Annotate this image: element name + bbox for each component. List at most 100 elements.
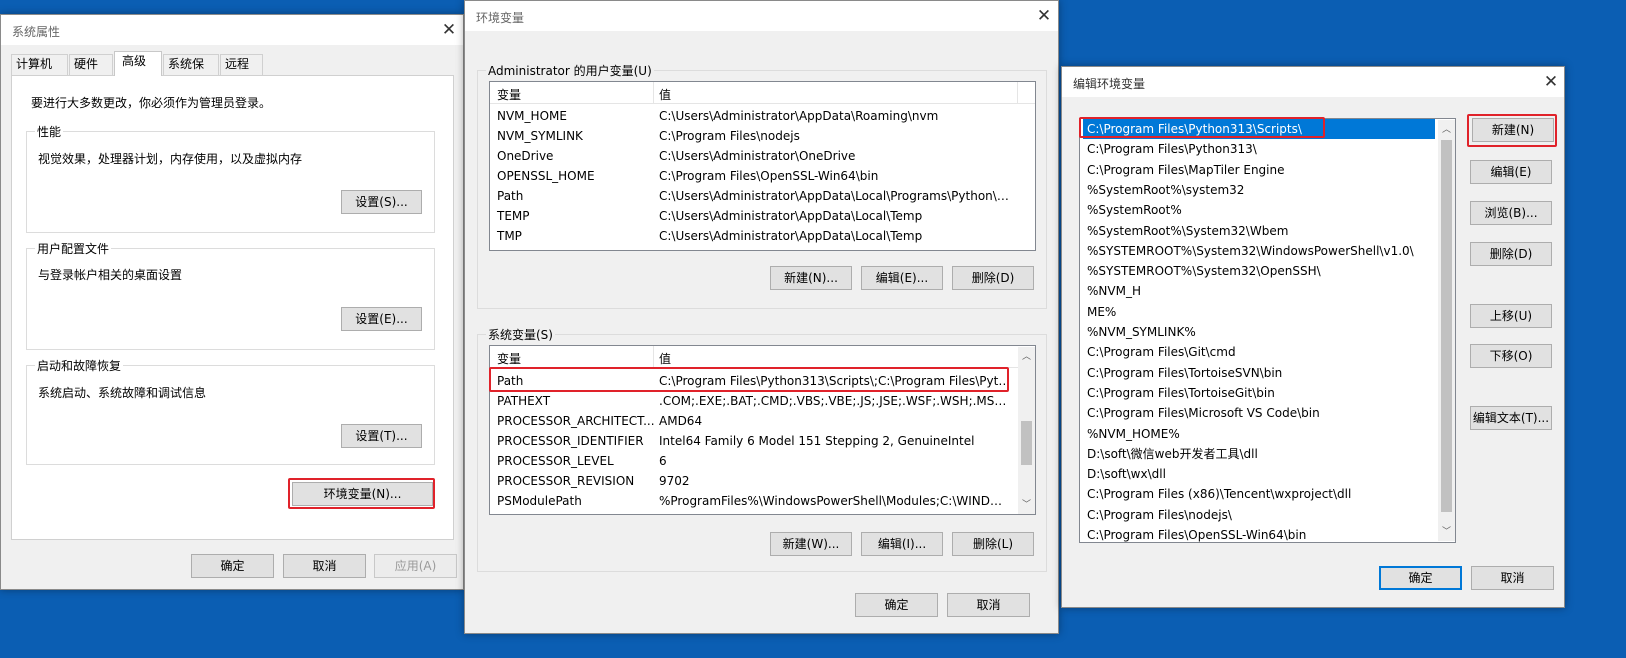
window-title: 环境变量 <box>476 11 525 25</box>
path-entry[interactable]: %NVM_HOME% <box>1083 424 1433 444</box>
path-entry[interactable]: ME% <box>1083 302 1433 322</box>
user-variables-list[interactable]: 变量 值 NVM_HOME C:\Users\Administrator\AppD… <box>489 81 1036 251</box>
sysprops-ok-button[interactable]: 确定 <box>191 554 274 578</box>
column-separator <box>653 82 654 104</box>
table-row[interactable]: Path C:\Users\Administrator\AppData\Local… <box>490 186 1017 206</box>
scroll-down-icon[interactable]: ﹀ <box>1438 524 1455 541</box>
close-icon[interactable]: ✕ <box>438 19 460 41</box>
system-edit-button[interactable]: 编辑(I)... <box>861 532 943 556</box>
user-edit-button[interactable]: 编辑(E)... <box>861 266 943 290</box>
variable-value-cell: .COM;.EXE;.BAT;.CMD;.VBS;.VBE;.JS;.JSE;.… <box>659 394 1011 408</box>
path-entry[interactable]: %SYSTEMROOT%\System32\WindowsPowerShell\… <box>1083 241 1433 261</box>
system-list-scrollbar[interactable]: ︿ ﹀ <box>1018 347 1035 514</box>
path-browse-button[interactable]: 浏览(B)... <box>1470 201 1552 225</box>
path-entry[interactable]: C:\Program Files\TortoiseGit\bin <box>1083 383 1433 403</box>
path-entry[interactable]: %SYSTEMROOT%\System32\OpenSSH\ <box>1083 261 1433 281</box>
startup-recovery-desc: 系统启动、系统故障和调试信息 <box>38 386 207 400</box>
scroll-up-icon[interactable]: ︿ <box>1438 122 1455 139</box>
path-entry[interactable]: D:\soft\微信web开发者工具\dll <box>1083 444 1433 464</box>
table-row[interactable]: TEMP C:\Users\Administrator\AppData\Local… <box>490 206 1017 226</box>
table-row[interactable]: PSModulePath %ProgramFiles%\WindowsPowerS… <box>490 491 1017 511</box>
startup-recovery-group: 启动和故障恢复 系统启动、系统故障和调试信息 设置(T)... <box>26 357 435 465</box>
column-header-variable[interactable]: 变量 <box>497 86 521 103</box>
table-row[interactable]: PROCESSOR_ARCHITECT... AMD64 <box>490 411 1017 431</box>
title-bar: 环境变量 ✕ <box>465 1 1058 31</box>
environment-variables-button[interactable]: 环境变量(N)... <box>292 482 433 506</box>
performance-settings-button[interactable]: 设置(S)... <box>341 190 422 214</box>
system-delete-button[interactable]: 删除(L) <box>952 532 1034 556</box>
variable-name-cell: TEMP <box>497 209 530 223</box>
column-separator <box>1017 82 1018 104</box>
envvars-ok-button[interactable]: 确定 <box>855 593 938 617</box>
tab-hardware[interactable]: 硬件 <box>69 54 113 75</box>
path-entry[interactable]: C:\Program Files (x86)\Tencent\wxproject… <box>1083 484 1433 504</box>
close-icon[interactable]: ✕ <box>1540 71 1562 93</box>
user-profiles-settings-button[interactable]: 设置(E)... <box>341 307 422 331</box>
close-icon[interactable]: ✕ <box>1033 5 1055 27</box>
path-list-scrollbar[interactable]: ︿ ﹀ <box>1438 120 1455 541</box>
path-entry[interactable]: %SystemRoot%\System32\Wbem <box>1083 221 1433 241</box>
variable-value-cell: C:\Users\Administrator\AppData\Local\Tem… <box>659 229 923 243</box>
table-row[interactable]: PROCESSOR_LEVEL 6 <box>490 451 1017 471</box>
scroll-thumb[interactable] <box>1021 421 1032 465</box>
variable-name-cell: PSModulePath <box>497 494 582 508</box>
path-entry[interactable]: C:\Program Files\nodejs\ <box>1083 505 1433 525</box>
path-entry[interactable]: %NVM_SYMLINK% <box>1083 322 1433 342</box>
variable-value-cell: C:\Program Files\OpenSSL-Win64\bin <box>659 169 879 183</box>
path-entry[interactable]: %SystemRoot%\system32 <box>1083 180 1433 200</box>
editenv-ok-button[interactable]: 确定 <box>1379 566 1462 590</box>
variable-value-cell: 9702 <box>659 474 690 488</box>
system-new-button[interactable]: 新建(W)... <box>770 532 852 556</box>
path-edit-button[interactable]: 编辑(E) <box>1470 160 1552 184</box>
sysprops-apply-button[interactable]: 应用(A) <box>374 554 457 578</box>
title-bar: 系统属性 ✕ <box>1 15 463 45</box>
table-row[interactable]: Path C:\Program Files\Python313\Scripts\;… <box>490 371 1017 391</box>
tab-system-protection[interactable]: 系统保护 <box>163 54 219 90</box>
path-entry[interactable]: %NVM_H <box>1083 281 1433 301</box>
path-new-button[interactable]: 新建(N) <box>1472 118 1554 142</box>
table-row[interactable]: PROCESSOR_REVISION 9702 <box>490 471 1017 491</box>
table-row[interactable]: OneDrive C:\Users\Administrator\OneDrive <box>490 146 1017 166</box>
scroll-thumb[interactable] <box>1441 140 1452 512</box>
table-row[interactable]: PROCESSOR_IDENTIFIER Intel64 Family 6 Mod… <box>490 431 1017 451</box>
path-entry[interactable]: %SystemRoot% <box>1083 200 1433 220</box>
path-move-down-button[interactable]: 下移(O) <box>1470 344 1552 368</box>
path-entry[interactable]: C:\Program Files\Python313\ <box>1083 139 1433 159</box>
path-move-up-button[interactable]: 上移(U) <box>1470 304 1552 328</box>
sysprops-cancel-button[interactable]: 取消 <box>283 554 366 578</box>
scroll-down-icon[interactable]: ﹀ <box>1018 497 1035 514</box>
user-delete-button[interactable]: 删除(D) <box>952 266 1034 290</box>
column-header-variable[interactable]: 变量 <box>497 350 521 367</box>
table-row[interactable]: PATHEXT .COM;.EXE;.BAT;.CMD;.VBS;.VBE;.JS… <box>490 391 1017 411</box>
user-profiles-group: 用户配置文件 与登录帐户相关的桌面设置 设置(E)... <box>26 240 435 350</box>
path-entry[interactable]: C:\Program Files\Python313\Scripts\ <box>1083 119 1435 139</box>
path-entry[interactable]: C:\Program Files\MapTiler Engine <box>1083 160 1433 180</box>
variable-value-cell: AMD64 <box>659 414 703 428</box>
table-row[interactable]: TMP C:\Users\Administrator\AppData\Local\… <box>490 226 1017 246</box>
startup-recovery-settings-button[interactable]: 设置(T)... <box>341 424 422 448</box>
table-row[interactable]: NVM_SYMLINK C:\Program Files\nodejs <box>490 126 1017 146</box>
user-new-button[interactable]: 新建(N)... <box>770 266 852 290</box>
column-header-value[interactable]: 值 <box>659 350 671 367</box>
variable-name-cell: PATHEXT <box>497 394 551 408</box>
path-entry[interactable]: C:\Program Files\TortoiseSVN\bin <box>1083 363 1433 383</box>
path-edit-text-button[interactable]: 编辑文本(T)... <box>1470 406 1552 430</box>
path-entry[interactable]: C:\Program Files\Git\cmd <box>1083 342 1433 362</box>
path-entry[interactable]: D:\soft\wx\dll <box>1083 464 1433 484</box>
table-row[interactable]: OPENSSL_HOME C:\Program Files\OpenSSL-Win… <box>490 166 1017 186</box>
variable-name-cell: OneDrive <box>497 149 554 163</box>
path-entry[interactable]: C:\Program Files\Microsoft VS Code\bin <box>1083 403 1433 423</box>
table-row[interactable]: NVM_HOME C:\Users\Administrator\AppData\R… <box>490 106 1017 126</box>
path-list[interactable]: C:\Program Files\Python313\Scripts\ C:\Pr… <box>1079 118 1456 543</box>
system-variables-list[interactable]: 变量 值 Path C:\Program Files\Python313\Scri… <box>489 345 1036 515</box>
column-header-value[interactable]: 值 <box>659 86 671 103</box>
tab-advanced[interactable]: 高级 <box>114 51 162 76</box>
envvars-cancel-button[interactable]: 取消 <box>947 593 1030 617</box>
tab-remote[interactable]: 远程 <box>220 54 263 75</box>
path-delete-button[interactable]: 删除(D) <box>1470 242 1552 266</box>
scroll-up-icon[interactable]: ︿ <box>1018 349 1035 366</box>
tab-computer-name[interactable]: 计算机名 <box>11 54 68 90</box>
editenv-cancel-button[interactable]: 取消 <box>1471 566 1554 590</box>
advanced-tab-pane: 要进行大多数更改，你必须作为管理员登录。 性能 视觉效果，处理器计划，内存使用，… <box>11 75 454 540</box>
path-entry[interactable]: C:\Program Files\OpenSSL-Win64\bin <box>1083 525 1433 542</box>
